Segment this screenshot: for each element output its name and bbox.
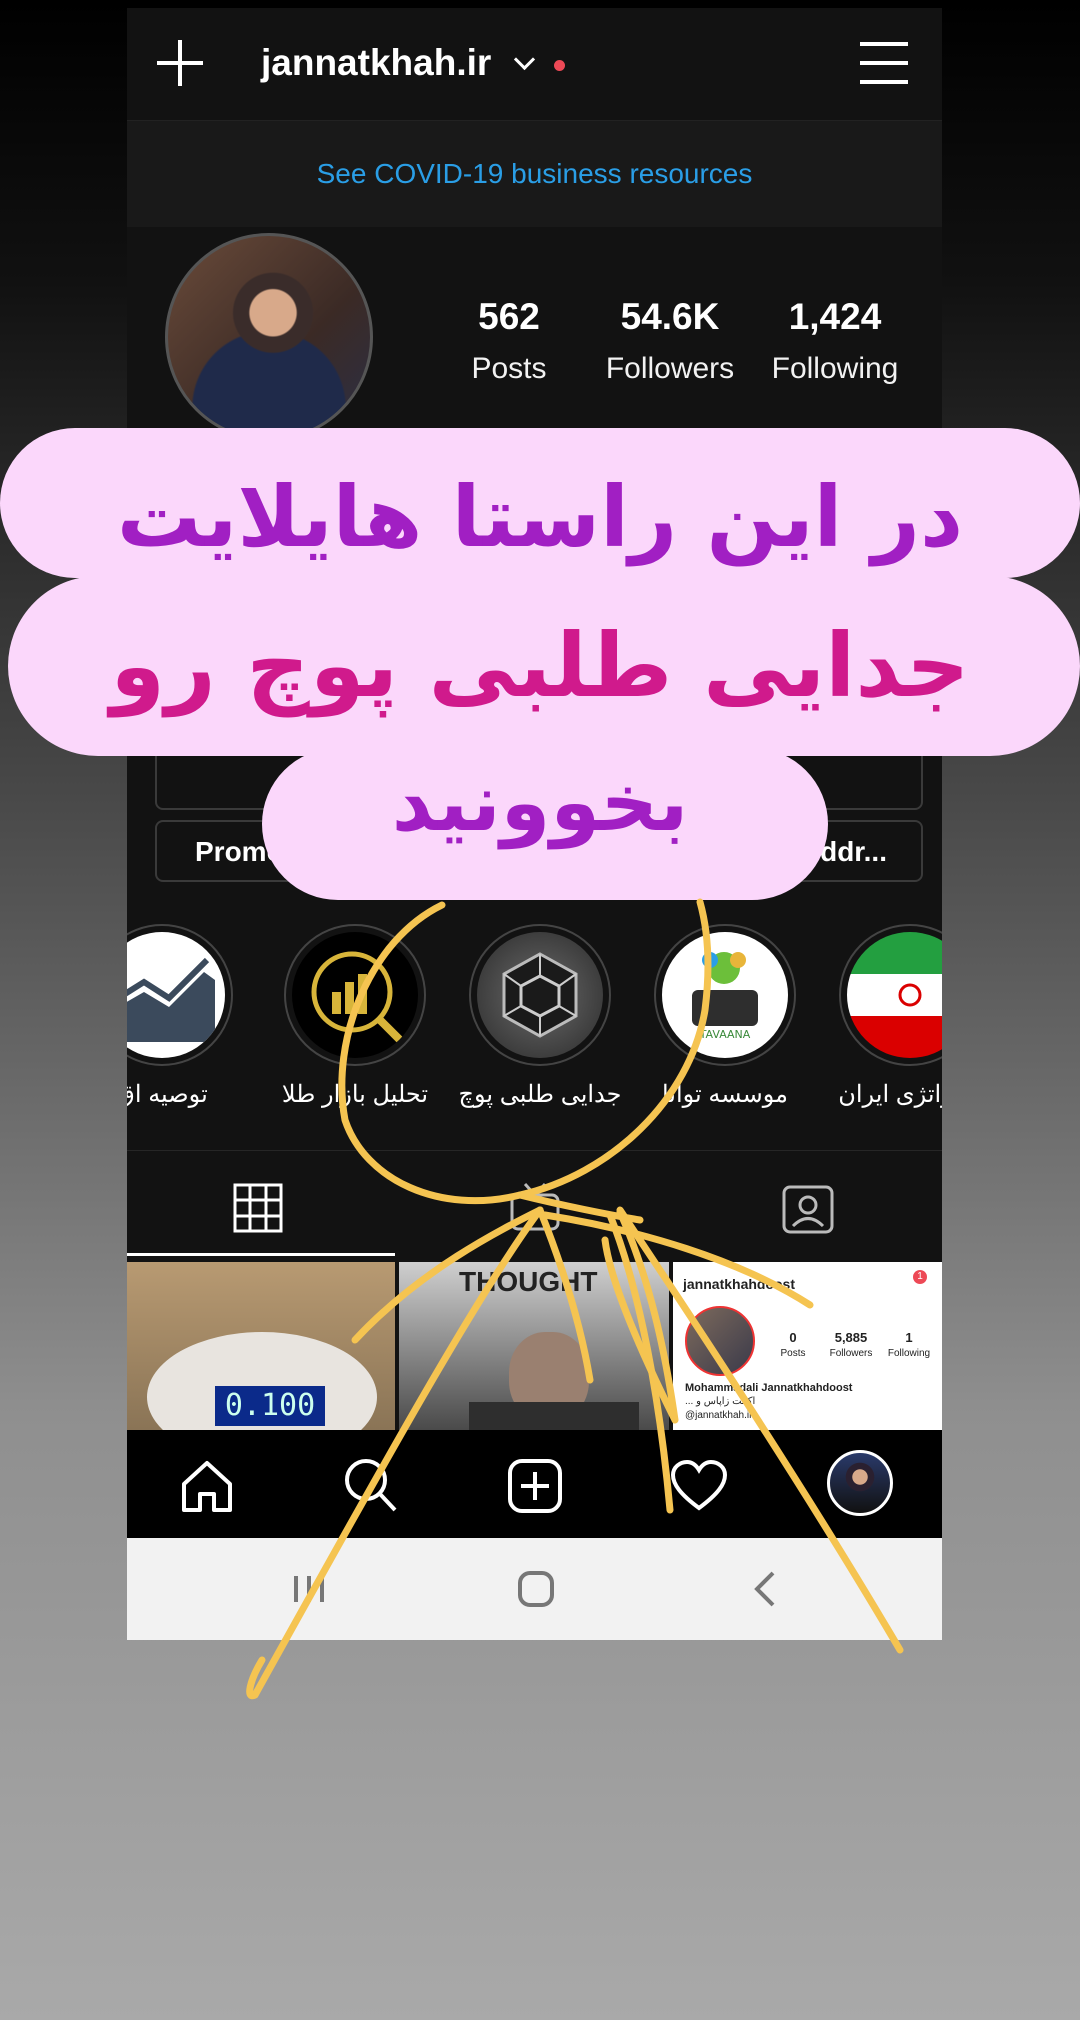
story-highlights: توصیه اق تحلیل بازار طلا جدایی طلبی پوچ …	[127, 924, 942, 1124]
chart-up-icon	[127, 932, 225, 1058]
posts-stat[interactable]: 562 Posts	[449, 296, 569, 386]
scale-display: 0.100	[215, 1386, 325, 1426]
grid-post-scale[interactable]: 0.100	[127, 1262, 395, 1430]
grid-post-thought[interactable]: THOUGHT	[399, 1262, 669, 1430]
preview-avatar	[685, 1306, 755, 1376]
preview-username: jannatkhahdoost	[683, 1276, 796, 1292]
tavaana-logo: TAVAANA	[662, 932, 788, 1058]
grid-post-profile-screenshot[interactable]: jannatkhahdoost 1 0 Posts 5,885 Follower…	[673, 1262, 942, 1430]
add-post-icon[interactable]	[507, 1458, 563, 1514]
svg-text:TAVAANA: TAVAANA	[699, 1028, 751, 1041]
search-icon[interactable]	[342, 1456, 398, 1514]
highlight-tavaana[interactable]: TAVAANA موسسه توانا	[630, 924, 820, 1109]
followers-stat[interactable]: 54.6K Followers	[585, 296, 755, 386]
profile-avatar[interactable]	[165, 233, 373, 441]
thought-text: THOUGHT	[459, 1266, 598, 1297]
iran-flag-icon	[847, 932, 942, 1058]
profile-tabs	[127, 1150, 942, 1263]
posts-count: 562	[478, 296, 540, 337]
following-stat[interactable]: 1,424 Following	[755, 296, 915, 386]
highlight-separatism[interactable]: جدایی طلبی پوچ	[445, 924, 635, 1109]
home-icon[interactable]	[179, 1458, 235, 1514]
promotions-button[interactable]: Promo	[195, 836, 284, 868]
new-post-plus-icon[interactable]	[157, 40, 203, 86]
heart-activity-icon[interactable]	[670, 1459, 728, 1512]
preview-notification-badge: 1	[913, 1270, 927, 1284]
home-button-icon[interactable]	[517, 1570, 555, 1608]
system-navigation-bar	[127, 1538, 942, 1640]
highlight-recommendations[interactable]: توصیه اق	[127, 924, 257, 1109]
account-switch-chevron-icon[interactable]	[513, 48, 536, 71]
address-button[interactable]: ddr...	[820, 836, 887, 868]
gold-chart-icon	[292, 932, 418, 1058]
igtv-tab-icon[interactable]	[509, 1181, 561, 1233]
followers-label: Followers	[605, 352, 735, 385]
highlight-label: جدایی طلبی پوچ	[458, 1081, 622, 1108]
hexagon-icon	[477, 932, 603, 1058]
promotions-address-row: Promo ddr...	[155, 820, 923, 882]
following-count: 1,424	[788, 296, 882, 337]
top-bar: jannatkhah.ir	[127, 8, 942, 118]
notification-dot	[554, 60, 565, 71]
highlight-label: موسسه توانا	[661, 1081, 789, 1108]
covid-resources-link[interactable]: See COVID-19 business resources	[127, 120, 942, 227]
menu-hamburger-icon[interactable]	[860, 42, 908, 84]
active-tab-indicator	[127, 1253, 395, 1256]
highlight-gold-market[interactable]: تحلیل بازار طلا	[260, 924, 450, 1109]
profile-tab-avatar[interactable]	[827, 1450, 893, 1516]
posts-grid: 0.100 THOUGHT jannatkhahdoost 1 0 Posts …	[127, 1262, 942, 1430]
tagged-tab-icon[interactable]	[781, 1181, 835, 1235]
highlight-iran-strategy[interactable]: ستراتژی ایران	[815, 924, 942, 1109]
edit-profile-button[interactable]	[155, 748, 923, 810]
posts-label: Posts	[471, 352, 547, 385]
recent-apps-icon[interactable]	[292, 1572, 326, 1606]
instagram-profile-screen: jannatkhah.ir See COVID-19 business reso…	[127, 8, 942, 1640]
followers-count: 54.6K	[620, 296, 720, 337]
highlight-label: توصیه اق	[127, 1081, 208, 1108]
highlight-label: تحلیل بازار طلا	[281, 1081, 429, 1108]
highlight-label: ستراتژی ایران	[838, 1081, 942, 1108]
back-button-icon[interactable]	[751, 1570, 779, 1608]
following-label: Following	[771, 352, 899, 385]
account-username[interactable]: jannatkhah.ir	[261, 42, 491, 84]
bottom-navigation	[127, 1430, 942, 1538]
grid-tab-icon[interactable]	[233, 1183, 283, 1233]
